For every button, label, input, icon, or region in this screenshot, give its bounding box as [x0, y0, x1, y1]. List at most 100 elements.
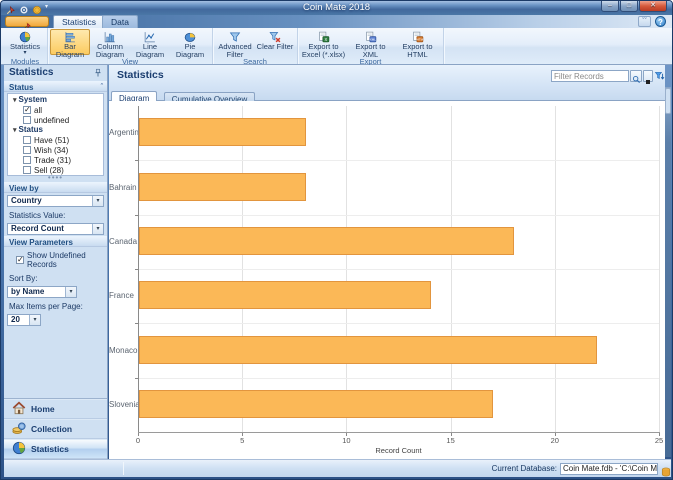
ribbon-group-view: Bar DiagramColumn DiagramLine DiagramPie… [48, 28, 213, 64]
filter-item-wish-34[interactable]: Wish (34) [8, 145, 103, 155]
chevron-down-icon[interactable]: ▾ [65, 287, 76, 297]
show-undefined-records-checkbox[interactable]: Show Undefined Records [4, 247, 107, 271]
current-database-label: Current Database: [459, 460, 557, 477]
search-button[interactable] [630, 70, 642, 82]
collection-icon [12, 421, 26, 437]
pin-icon[interactable] [93, 68, 103, 78]
filter-item-trade-31[interactable]: Trade (31) [8, 155, 103, 165]
help-icon[interactable]: ? [655, 16, 666, 27]
line-diagram-button[interactable]: Line Diagram [130, 29, 170, 55]
view-by-value: Country [11, 196, 42, 205]
pie-diagram-button[interactable]: Pie Diagram [170, 29, 210, 55]
export-to-html-button[interactable]: HTMExport to HTML [394, 29, 441, 55]
statistics-button[interactable]: Statistics▾ [5, 29, 45, 55]
category-label: Bahrain [109, 183, 133, 192]
chevron-down-icon[interactable]: ▾ [29, 315, 40, 325]
database-icon [661, 464, 671, 480]
checkbox-unchecked[interactable] [23, 146, 31, 154]
checkbox-unchecked[interactable] [23, 116, 31, 124]
ribbon-tab-row: Statistics Data ˇˇ ? [1, 15, 672, 28]
chevron-down-icon[interactable]: ▾ [92, 196, 103, 206]
x-axis-label: Record Count [369, 446, 429, 455]
view-by-select[interactable]: Country ▾ [7, 195, 104, 207]
gridline [659, 106, 660, 432]
bar-diagram-button[interactable]: Bar Diagram [50, 29, 90, 55]
vertical-scrollbar[interactable] [665, 87, 671, 457]
x-tick-label: 20 [547, 436, 563, 445]
minimize-button[interactable]: – [601, 1, 619, 12]
checkbox-unchecked[interactable] [23, 156, 31, 164]
status-section-header[interactable]: Status ˆ [4, 81, 107, 92]
row-separator [138, 269, 659, 270]
ribbon-button-label: Clear Filter [257, 43, 294, 51]
ribbon: Statistics▾ModulesBar DiagramColumn Diag… [1, 28, 672, 65]
window-controls: – □ ✕ [601, 1, 667, 12]
show-undefined-label: Show Undefined Records [27, 251, 107, 269]
y-axis [138, 106, 139, 432]
column-diagram-button[interactable]: Column Diagram [90, 29, 130, 55]
close-button[interactable]: ✕ [639, 1, 667, 12]
sidebar-item-statistics[interactable]: Statistics [4, 439, 107, 459]
row-separator [138, 215, 659, 216]
max-items-select[interactable]: 20 ▾ [7, 314, 41, 326]
ribbon-group-export: XExport to Excel (*.xlsx)XMLExport to XM… [298, 28, 444, 64]
category-label: Canada [109, 237, 133, 246]
export-to-excel-xlsx-button[interactable]: XExport to Excel (*.xlsx) [300, 29, 347, 55]
application-menu-button[interactable] [5, 16, 49, 27]
sort-by-value: by Name [11, 287, 44, 296]
filter-sort-button[interactable] [654, 69, 665, 82]
title-bar: ▾ Coin Mate 2018 – □ ✕ [1, 1, 672, 15]
filter-item-label: Trade (31) [34, 156, 71, 165]
checkbox-unchecked[interactable] [23, 136, 31, 144]
statistics-value-label: Statistics Value: [4, 208, 107, 221]
statistics-value: Record Count [11, 224, 64, 233]
filter-item-label: Wish (34) [34, 146, 68, 155]
advanced-filter-button[interactable]: Advanced Filter [215, 29, 255, 55]
filter-item-have-51[interactable]: Have (51) [8, 135, 103, 145]
category-label: Slovenia [109, 400, 133, 409]
x-tick-label: 10 [338, 436, 354, 445]
bar-france [139, 281, 431, 309]
statistics-value-select[interactable]: Record Count ▾ [7, 223, 104, 235]
filter-item-all[interactable]: all [8, 105, 103, 115]
main-panel: Statistics Diagram Cumulative Overview 0… [109, 65, 665, 459]
export-to-xml-button[interactable]: XMLExport to XML [347, 29, 394, 55]
row-separator [138, 160, 659, 161]
sort-by-select[interactable]: by Name ▾ [7, 286, 77, 298]
row-separator [138, 378, 659, 379]
page-title: Statistics [117, 69, 164, 81]
chart-plot: 0510152025ArgentinaBahrainCanadaFranceMo… [109, 101, 665, 457]
minimize-ribbon-button[interactable]: ˇˇ [638, 16, 651, 27]
checkbox-checked[interactable] [23, 106, 31, 114]
tab-data[interactable]: Data [102, 15, 138, 28]
chart-area: 0510152025ArgentinaBahrainCanadaFranceMo… [109, 101, 665, 457]
ribbon-group-modules: Statistics▾Modules [3, 28, 48, 64]
square-icon [646, 80, 650, 84]
bar-slovenia [139, 390, 493, 418]
x-tick-label: 0 [130, 436, 146, 445]
filter-records-input[interactable] [551, 70, 629, 82]
svg-text:HTM: HTM [416, 37, 423, 41]
sidebar: Statistics Status ˆ ▾Systemallundefined▾… [4, 65, 108, 459]
app-window: ▾ Coin Mate 2018 – □ ✕ Statistics Data ˇ… [0, 0, 673, 480]
sidebar-item-collection[interactable]: Collection [4, 419, 107, 439]
panel-header: Statistics [109, 65, 665, 87]
bar-bahrain [139, 173, 306, 201]
scrollbar-thumb[interactable] [665, 88, 671, 114]
sidebar-item-home[interactable]: Home [4, 399, 107, 419]
tree-node-label: Status [19, 125, 43, 134]
checkbox-unchecked[interactable] [23, 166, 31, 174]
max-items-label: Max Items per Page: [4, 299, 107, 312]
chevron-down-icon[interactable]: ▾ [92, 224, 103, 234]
tab-statistics[interactable]: Statistics [53, 15, 105, 28]
tree-node-status[interactable]: ▾Status [8, 125, 103, 135]
filter-item-undefined[interactable]: undefined [8, 115, 103, 125]
tree-node-system[interactable]: ▾System [8, 95, 103, 105]
filter-options-button[interactable] [643, 70, 653, 82]
maximize-button[interactable]: □ [620, 1, 638, 12]
checkbox-checked[interactable] [16, 256, 24, 264]
expand-arrow-icon: ▾ [13, 97, 17, 104]
view-by-header: View by [4, 182, 107, 193]
diagram-tabs: Diagram Cumulative Overview [109, 87, 665, 101]
clear-filter-button[interactable]: Clear Filter [255, 29, 295, 55]
